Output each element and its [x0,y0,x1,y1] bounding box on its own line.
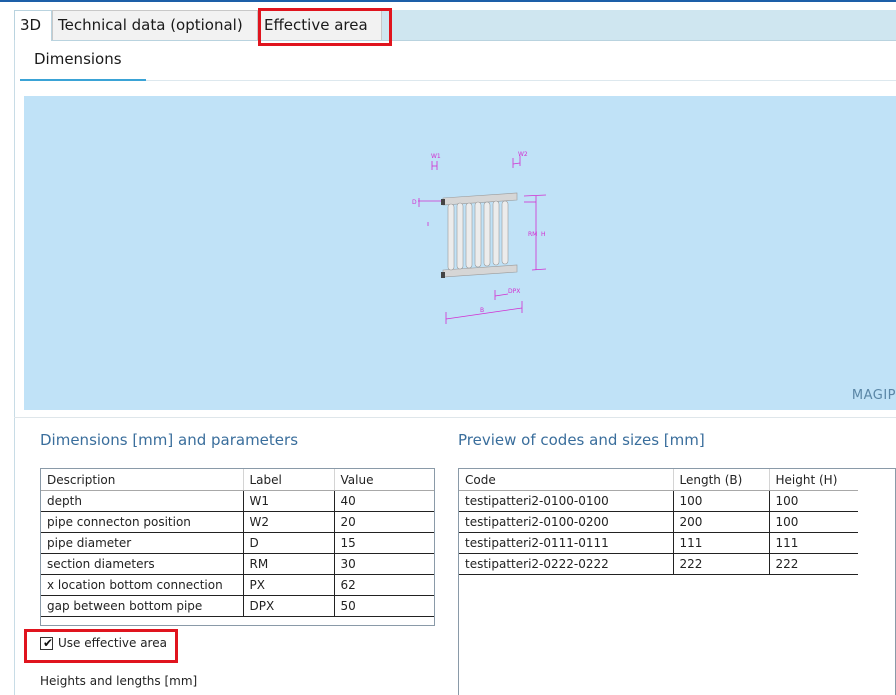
check-icon: ✔ [43,636,54,650]
tab-bar: 3D Technical data (optional) Effective a… [14,10,896,41]
preview-table[interactable]: Code Length (B) Height (H) testipatteri2… [458,468,896,695]
table-row[interactable]: section diameters RM 30 [41,553,434,575]
cell-label: DPX [243,595,335,617]
cell-description: depth [41,490,244,512]
cell-description: x location bottom connection [41,574,244,596]
tab-3d[interactable]: 3D [14,10,52,41]
subtab-dimensions[interactable]: Dimensions [34,50,122,68]
cell-value[interactable]: 20 [334,511,434,533]
dimensions-section-title: Dimensions [mm] and parameters [40,431,299,449]
cell-height: 111 [769,532,858,554]
section-divider [14,417,896,418]
cell-description: pipe diameter [41,532,244,554]
table-row[interactable]: testipatteri2-0100-0100 100 100 [459,490,858,512]
table-row[interactable]: pipe connecton position W2 20 [41,511,434,533]
dim-label-h: H [541,231,546,238]
cell-description: section diameters [41,553,244,575]
cell-code: testipatteri2-0100-0100 [459,490,674,512]
dim-label-d: D [412,199,417,206]
dimension-lines [418,156,547,324]
tab-effective-area[interactable]: Effective area [258,10,382,40]
dimensions-table[interactable]: Description Label Value depth W1 40 pipe c… [40,468,435,626]
use-effective-area-checkbox[interactable]: ✔ [40,636,54,650]
cell-code: testipatteri2-0100-0200 [459,511,674,533]
left-pane-border [14,40,15,695]
cell-code: testipatteri2-0111-0111 [459,532,674,554]
cell-height: 100 [769,490,858,512]
dim-label-w2: W2 [518,151,528,158]
col-label[interactable]: Label [243,469,335,491]
cell-label: W1 [243,490,335,512]
cell-label: W2 [243,511,335,533]
col-length[interactable]: Length (B) [673,469,770,491]
preview-section-title: Preview of codes and sizes [mm] [458,431,705,449]
dimensions-header-row: Description Label Value [41,469,434,491]
cell-code: testipatteri2-0222-0222 [459,553,674,575]
cell-value[interactable]: 30 [334,553,434,575]
dim-label-b: B [480,307,484,314]
table-row[interactable]: testipatteri2-0222-0222 222 222 [459,553,858,575]
3d-viewport[interactable]: W1 W2 D H RM B DPX MAGIP [24,96,896,410]
col-description[interactable]: Description [41,469,244,491]
cell-value[interactable]: 15 [334,532,434,554]
cell-length: 100 [673,490,770,512]
table-row[interactable]: testipatteri2-0111-0111 111 111 [459,532,858,554]
table-row[interactable]: x location bottom connection PX 62 [41,574,434,596]
cell-label: PX [243,574,335,596]
table-row[interactable]: depth W1 40 [41,490,434,512]
heights-lengths-label: Heights and lengths [mm] [40,674,198,688]
tab-3d-label: 3D [20,16,42,34]
cell-description: gap between bottom pipe [41,595,244,617]
tab-technical-data-label: Technical data (optional) [58,16,243,34]
col-value[interactable]: Value [334,469,434,491]
cell-value[interactable]: 40 [334,490,434,512]
tab-technical-data[interactable]: Technical data (optional) [52,10,258,40]
radiator-body [441,192,518,278]
subtab-active-indicator [20,79,146,81]
tab-effective-area-label: Effective area [264,16,368,34]
radiator-3d-model: W1 W2 D H RM B DPX [412,151,547,324]
window-top-border [0,0,896,2]
use-effective-area-label[interactable]: Use effective area [58,636,167,650]
subtab-divider [146,80,896,81]
cell-value[interactable]: 62 [334,574,434,596]
cell-label: D [243,532,335,554]
cell-label: RM [243,553,335,575]
cell-length: 200 [673,511,770,533]
cell-height: 222 [769,553,858,575]
col-height[interactable]: Height (H) [769,469,858,491]
dim-label-w1: W1 [431,153,441,160]
viewport-brand: MAGIP [851,388,896,403]
table-row[interactable]: gap between bottom pipe DPX 50 [41,595,434,617]
cell-description: pipe connecton position [41,511,244,533]
cell-height: 100 [769,511,858,533]
cell-length: 222 [673,553,770,575]
dim-label-rm: RM [528,231,537,238]
table-row[interactable]: pipe diameter D 15 [41,532,434,554]
dim-label-dpx: DPX [508,288,520,295]
cell-value[interactable]: 50 [334,595,434,617]
cell-length: 111 [673,532,770,554]
col-code[interactable]: Code [459,469,674,491]
subtab-dimensions-label: Dimensions [34,50,122,68]
preview-header-row: Code Length (B) Height (H) [459,469,858,491]
table-row[interactable]: testipatteri2-0100-0200 200 100 [459,511,858,533]
